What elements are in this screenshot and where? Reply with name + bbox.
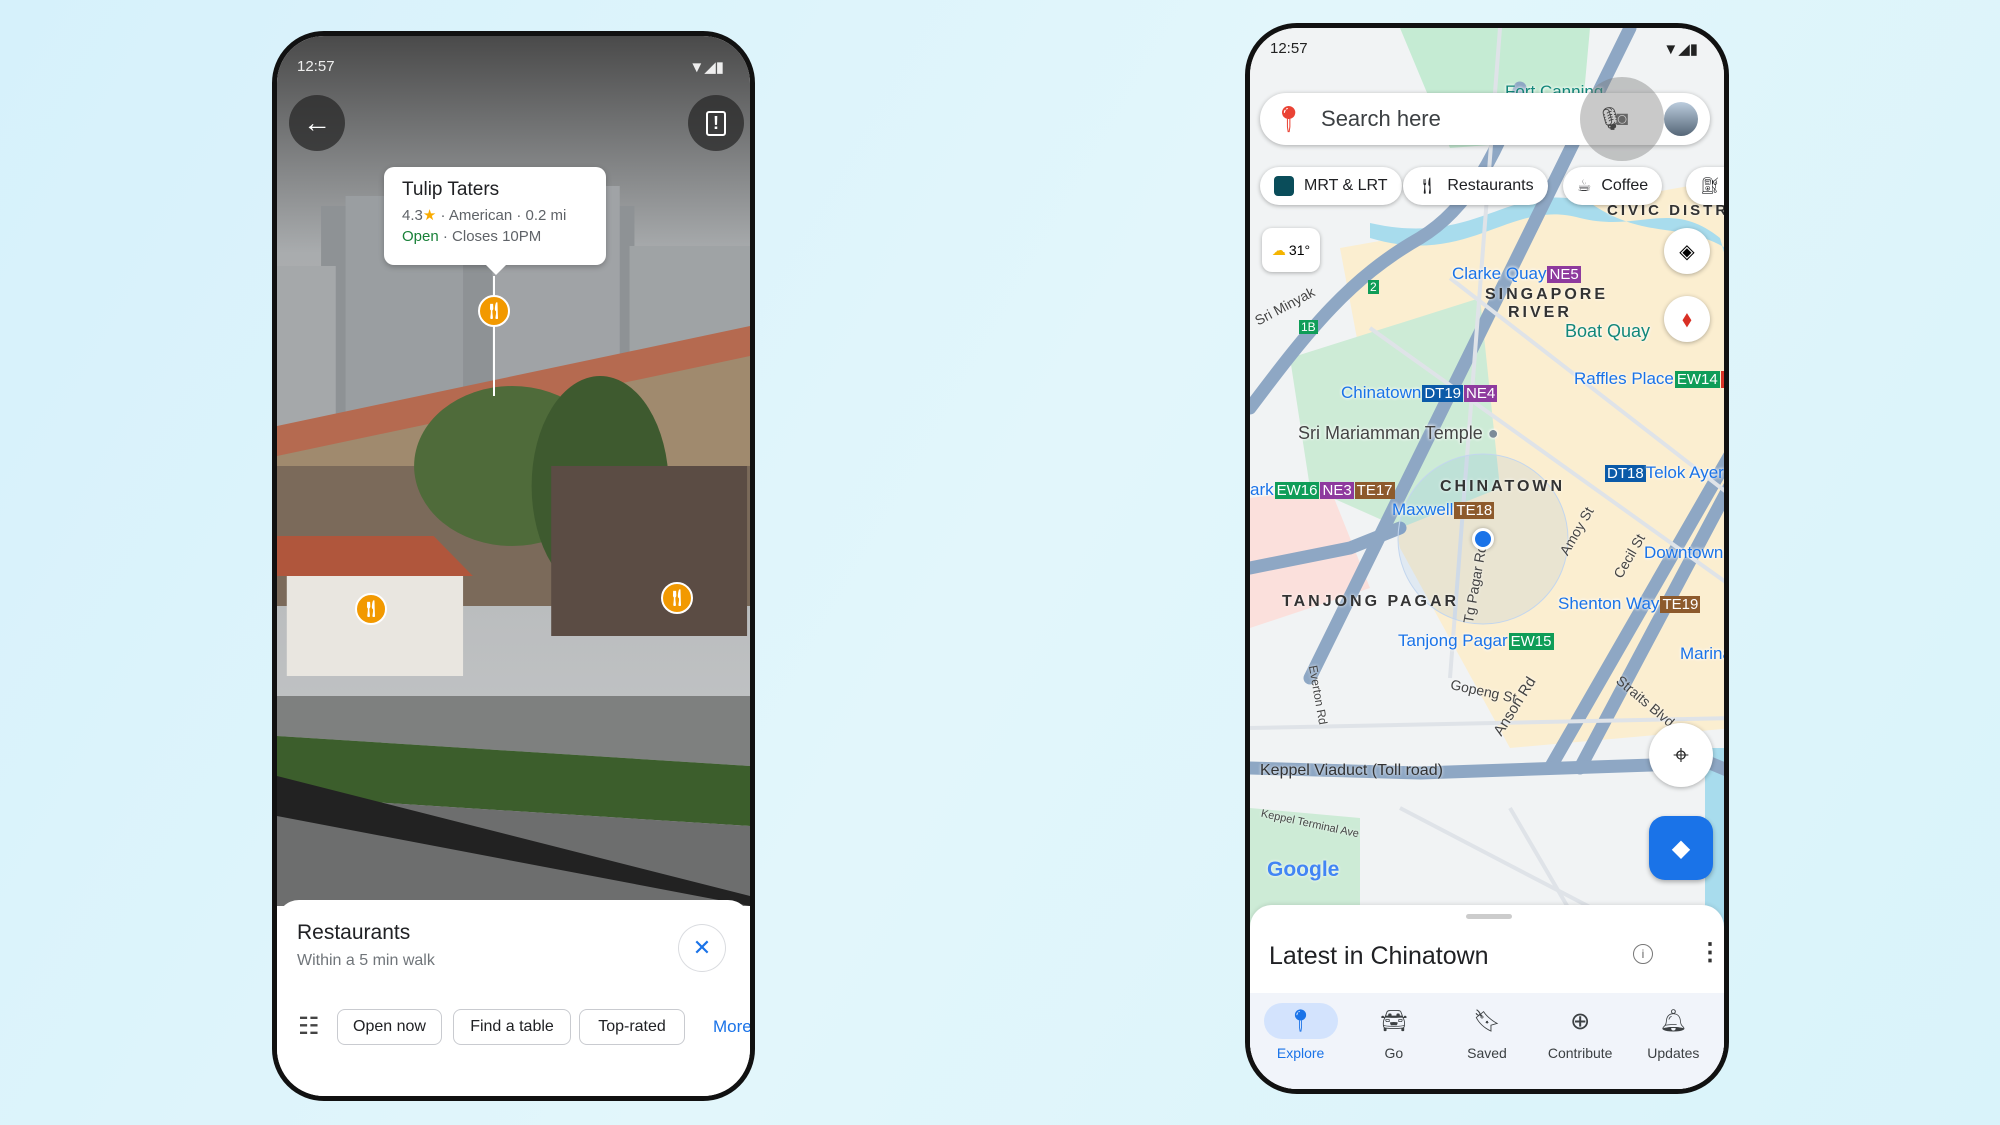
chip-restaurants[interactable]: 🍴︎ Restaurants <box>1403 167 1548 205</box>
close-icon: ✕ <box>692 935 712 960</box>
map-label-district: RIVER <box>1508 304 1572 321</box>
temple-icon: ● <box>1487 423 1499 443</box>
arrow-left-icon: ← <box>303 107 331 138</box>
chip-open-now[interactable]: Open now <box>337 1009 442 1045</box>
filter-icon[interactable]: ☷ <box>298 1012 320 1041</box>
search-input[interactable]: Search here <box>1321 106 1596 132</box>
map-label-poi[interactable]: Boat Quay <box>1565 321 1650 342</box>
maps-phone: Clarke Quay NE5 SINGAPORE RIVER Boat Quay… <box>1245 23 1729 1094</box>
layers-button[interactable]: ◈ <box>1664 228 1710 274</box>
chip-find-a-table[interactable]: Find a table <box>453 1009 571 1045</box>
distance: 0.2 mi <box>525 207 567 224</box>
map-label-station[interactable]: Clarke Quay NE5 <box>1452 264 1581 284</box>
fork-knife-icon: 🍴︎ <box>360 601 382 618</box>
google-logo: Google <box>1267 858 1340 881</box>
compass-icon: ⬧ <box>1682 306 1692 331</box>
crosshair-icon: ⌖ <box>1673 738 1689 770</box>
place-name: Tulip Taters <box>402 179 500 200</box>
chip-gas[interactable]: ⛽︎ <box>1686 167 1724 205</box>
map-label-poi[interactable]: Sri Mariamman Temple ● <box>1298 423 1499 444</box>
restaurant-pin[interactable]: 🍴︎ <box>478 295 510 327</box>
map-label-station[interactable]: Maxwell TE18 <box>1392 500 1495 520</box>
exit-badge: 2 <box>1368 280 1379 294</box>
chip-top-rated[interactable]: Top-rated <box>579 1009 685 1045</box>
status-time: 12:57 <box>1270 40 1308 57</box>
sheet-subtitle: Within a 5 min walk <box>297 952 435 969</box>
go-transit-icon: 🚘︎ <box>1379 1008 1408 1033</box>
back-button[interactable]: ← <box>289 95 345 151</box>
bell-icon: 🔔︎ <box>1659 1008 1688 1033</box>
nav-go[interactable]: 🚘︎ Go <box>1349 993 1439 1089</box>
directions-button[interactable]: ◆ <box>1649 816 1713 880</box>
category: American <box>448 207 513 224</box>
weather-chip[interactable]: ☁︎ 31° <box>1262 228 1320 272</box>
map-canvas[interactable]: Clarke Quay NE5 SINGAPORE RIVER Boat Quay… <box>1250 28 1724 928</box>
drag-handle[interactable] <box>1466 914 1512 919</box>
map-label-station[interactable]: Shenton Way TE19 <box>1558 594 1701 614</box>
place-card[interactable]: Tulip Taters 4.3★ · American · 0.2 mi Op… <box>384 167 606 275</box>
layers-icon: ◈ <box>1679 240 1695 263</box>
map-label-station[interactable]: Tanjong Pagar EW15 <box>1398 631 1554 651</box>
open-status: Open <box>402 228 439 245</box>
map-label-station[interactable]: Downtown <box>1644 543 1723 563</box>
coffee-icon: ☕︎ <box>1577 178 1592 195</box>
map-label-station[interactable]: DT18 Telok Ayer <box>1604 463 1724 483</box>
nav-explore[interactable]: 📍︎ Explore <box>1256 993 1346 1089</box>
add-circle-icon: ⊕ <box>1570 1007 1591 1035</box>
my-location-button[interactable]: ⌖ <box>1649 723 1713 787</box>
status-bar: 12:57 ▼◢▮ <box>297 58 724 76</box>
lens-camera-icon[interactable]: ◙ <box>1580 77 1664 161</box>
restaurant-pin[interactable]: 🍴︎ <box>355 593 387 625</box>
map-label-district: CHINATOWN <box>1440 478 1566 495</box>
fork-knife-icon: 🍴︎ <box>1417 178 1438 195</box>
train-icon <box>1274 176 1294 196</box>
nav-contribute[interactable]: ⊕ Contribute <box>1535 993 1625 1089</box>
avatar[interactable] <box>1664 102 1698 136</box>
status-icons: ▼◢▮ <box>689 59 724 76</box>
explore-pin-icon: 📍︎ <box>1263 1003 1338 1039</box>
sheet-title: Latest in Chinatown <box>1269 942 1489 970</box>
live-view-phone: 12:57 ▼◢▮ ← ! Tulip Taters 4.3★ · America… <box>272 31 755 1101</box>
nav-saved[interactable]: 🔖︎ Saved <box>1442 993 1532 1089</box>
status-icons: ▼◢▮ <box>1663 41 1698 58</box>
rating: 4.3 <box>402 207 423 224</box>
map-label-station[interactable]: Raffles PlaceEW14N <box>1574 369 1724 389</box>
weather-cloud-icon: ☁︎ <box>1271 241 1286 258</box>
compass-button[interactable]: ⬧ <box>1664 296 1710 342</box>
bottom-nav: 📍︎ Explore 🚘︎ Go 🔖︎ Saved ⊕ Contribute 🔔︎ Upd… <box>1250 993 1724 1089</box>
exit-badge: 1B <box>1299 320 1318 334</box>
restaurant-pin[interactable]: 🍴︎ <box>661 582 693 614</box>
maps-logo-icon: 📍︎ <box>1272 103 1306 134</box>
map-label-station[interactable]: ark EW16 NE3 TE17 <box>1250 480 1395 500</box>
close-button[interactable]: ✕ <box>679 925 725 971</box>
chip-mrt-lrt[interactable]: MRT & LRT <box>1260 167 1402 205</box>
bookmark-icon: 🔖︎ <box>1473 1008 1501 1033</box>
report-button[interactable]: ! <box>688 95 744 151</box>
map-label-station[interactable]: Chinatown DT19 NE4 <box>1341 383 1498 403</box>
status-time: 12:57 <box>297 58 335 75</box>
current-location-dot <box>1472 528 1494 550</box>
map-label-station[interactable]: Marina <box>1680 644 1724 664</box>
fork-knife-icon: 🍴︎ <box>666 590 688 607</box>
hours: Closes 10PM <box>452 228 542 245</box>
search-bar[interactable]: 📍︎ Search here 🎙︎ ◙ <box>1260 77 1710 161</box>
map-label-district: SINGAPORE <box>1485 286 1609 303</box>
chip-coffee[interactable]: ☕︎ Coffee <box>1563 167 1663 205</box>
gas-station-icon: ⛽︎ <box>1700 178 1721 195</box>
status-bar: 12:57 ▼◢▮ <box>1270 40 1698 58</box>
feedback-icon: ! <box>706 110 726 136</box>
map-label-district: TANJONG PAGAR <box>1282 593 1460 610</box>
star-icon: ★ <box>422 207 437 224</box>
nav-updates[interactable]: 🔔︎ Updates <box>1628 993 1718 1089</box>
more-link[interactable]: More <box>713 1017 750 1037</box>
fork-knife-icon: 🍴︎ <box>483 303 505 320</box>
map-label-road: Keppel Viaduct (Toll road) <box>1260 762 1443 779</box>
info-icon[interactable]: i <box>1633 944 1653 964</box>
directions-icon: ◆ <box>1671 834 1691 862</box>
more-options-icon[interactable]: ⋮ <box>1698 938 1722 967</box>
sheet-title: Restaurants <box>297 921 411 944</box>
